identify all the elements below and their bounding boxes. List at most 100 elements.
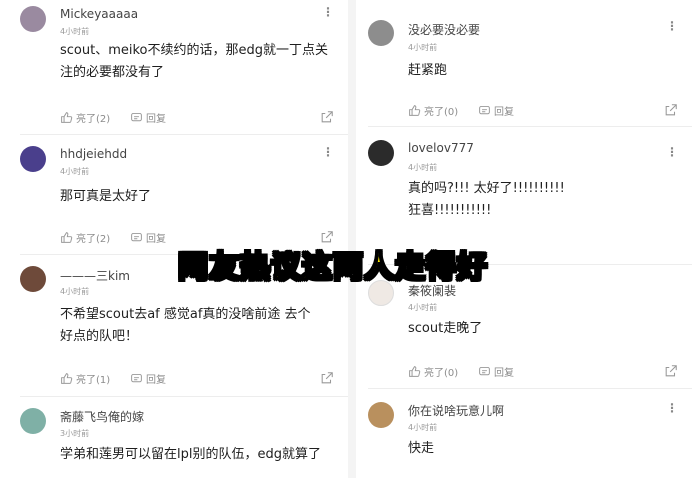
reply-icon [131,112,142,122]
comment-line: 学弟和莲男可以留在lpl别的队伍，edg就算了 [60,447,321,462]
like-button[interactable]: 亮了(1) [60,371,110,386]
comment-item: 斋藤飞鸟俺的嫁 3小时前 学弟和莲男可以留在lpl别的队伍，edg就算了 [8,400,348,478]
reply-label: 回复 [494,368,514,379]
avatar[interactable] [368,20,394,46]
comment-content: 那可真是太好了 [60,186,332,208]
comment-time: 3小时前 [60,429,90,438]
reply-button[interactable]: 回复 [130,230,166,245]
comment-line: 快走 [408,441,435,456]
reply-button[interactable]: 回复 [130,110,166,125]
comment-line: 注的必要都没有了 [60,65,165,80]
share-icon [321,111,333,123]
comment-line: 赶紧跑 [408,63,448,78]
share-button[interactable] [664,103,678,120]
comment-time: 4小时前 [60,287,90,296]
comment-line: 那可真是太好了 [60,189,152,204]
divider [368,126,692,127]
avatar[interactable] [20,266,46,292]
overlay-caption: 网友热议这两人走得好 [177,249,488,286]
divider [20,396,348,397]
thumbs-up-icon [409,105,421,116]
reply-icon [131,232,142,242]
thumbs-up-icon [61,232,73,243]
more-vertical-icon[interactable]: ⋮ [666,146,678,158]
comment-item: lovelov777 4小时前 ⋮ 真的吗?!!! 太好了!!!!!!!!!! … [356,130,692,266]
comment-content: scout、meiko不续约的话，那edg就一丁点关 注的必要都没有了 [60,40,332,84]
like-button[interactable]: 亮了(2) [60,230,110,245]
comment-username[interactable]: hhdjeiehdd [60,147,127,161]
avatar[interactable] [20,408,46,434]
share-icon [665,365,677,377]
comment-actions: 亮了(0) 回复 [408,364,678,380]
comment-actions: 亮了(0) 回复 [408,103,678,119]
like-button[interactable]: 亮了(0) [408,103,458,118]
comment-username[interactable]: 没必要没必要 [408,21,480,38]
avatar[interactable] [20,6,46,32]
reply-label: 回复 [494,107,514,118]
share-button[interactable] [320,230,334,247]
avatar[interactable] [368,402,394,428]
comment-time: 4小时前 [60,27,90,36]
reply-icon [479,105,490,115]
comment-line: 不希望scout去af 感觉af真的没啥前途 去个 [60,307,311,322]
reply-button[interactable]: 回复 [478,103,514,118]
more-vertical-icon[interactable]: ⋮ [666,20,678,32]
comment-line: 真的吗?!!! 太好了!!!!!!!!!! [408,181,565,196]
thumbs-up-icon [409,366,421,377]
comment-username[interactable]: ———三kim [60,267,130,284]
reply-label: 回复 [146,375,166,386]
comment-item: hhdjeiehdd 4小时前 ⋮ 那可真是太好了 亮了(2) 回复 [8,140,348,258]
share-icon [321,372,333,384]
reply-icon [479,366,490,376]
comment-username[interactable]: 斋藤飞鸟俺的嫁 [60,408,144,425]
like-count: 亮了(0) [424,368,459,379]
share-icon [665,104,677,116]
reply-label: 回复 [146,234,166,245]
comment-time: 4小时前 [408,163,438,172]
comment-username[interactable]: Mickeyaaaaa [60,7,138,21]
thumbs-up-icon [61,112,73,123]
comment-content: 不希望scout去af 感觉af真的没啥前途 去个 好点的队吧！ [60,304,332,348]
reply-button[interactable]: 回复 [478,364,514,379]
like-count: 亮了(2) [76,234,111,245]
comment-content: scout走晚了 [408,318,676,340]
avatar[interactable] [368,140,394,166]
reply-icon [131,373,142,383]
more-vertical-icon[interactable]: ⋮ [666,402,678,414]
comment-username[interactable]: 你在说啥玩意儿啊 [408,402,504,419]
like-count: 亮了(0) [424,107,459,118]
share-button[interactable] [320,110,334,127]
comment-time: 4小时前 [408,423,438,432]
divider [368,388,692,389]
divider [20,134,348,135]
thumbs-up-icon [61,373,73,384]
comment-time: 4小时前 [408,303,438,312]
column-gutter [348,0,356,478]
comment-time: 4小时前 [60,167,90,176]
comment-username[interactable]: lovelov777 [408,141,474,155]
like-button[interactable]: 亮了(0) [408,364,458,379]
comment-time: 4小时前 [408,43,438,52]
comment-content: 赶紧跑 [408,60,676,82]
share-icon [321,231,333,243]
avatar[interactable] [20,146,46,172]
comment-content: 学弟和莲男可以留在lpl别的队伍，edg就算了 [60,444,332,466]
comment-item: Mickeyaaaaa 4小时前 ⋮ scout、meiko不续约的话，那edg… [8,0,348,138]
comment-item: 你在说啥玩意儿啊 4小时前 ⋮ 快走 [356,392,692,478]
like-button[interactable]: 亮了(2) [60,110,110,125]
reply-button[interactable]: 回复 [130,371,166,386]
more-vertical-icon[interactable]: ⋮ [322,6,334,18]
comment-line: scout、meiko不续约的话，那edg就一丁点关 [60,43,329,58]
more-vertical-icon[interactable]: ⋮ [322,146,334,158]
comment-actions: 亮了(2) 回复 [60,110,334,126]
share-button[interactable] [320,371,334,388]
comment-line: 好点的队吧！ [60,329,139,344]
like-count: 亮了(2) [76,114,111,125]
share-button[interactable] [664,364,678,381]
right-comment-column: 没必要没必要 4小时前 ⋮ 赶紧跑 亮了(0) 回复 lovelov777 4小… [356,0,692,478]
left-comment-column: Mickeyaaaaa 4小时前 ⋮ scout、meiko不续约的话，那edg… [8,0,348,478]
comment-content: 快走 [408,438,676,460]
comment-content: 真的吗?!!! 太好了!!!!!!!!!! 狂喜!!!!!!!!!!! [408,178,676,222]
comment-actions: 亮了(1) 回复 [60,371,334,387]
like-count: 亮了(1) [76,375,111,386]
